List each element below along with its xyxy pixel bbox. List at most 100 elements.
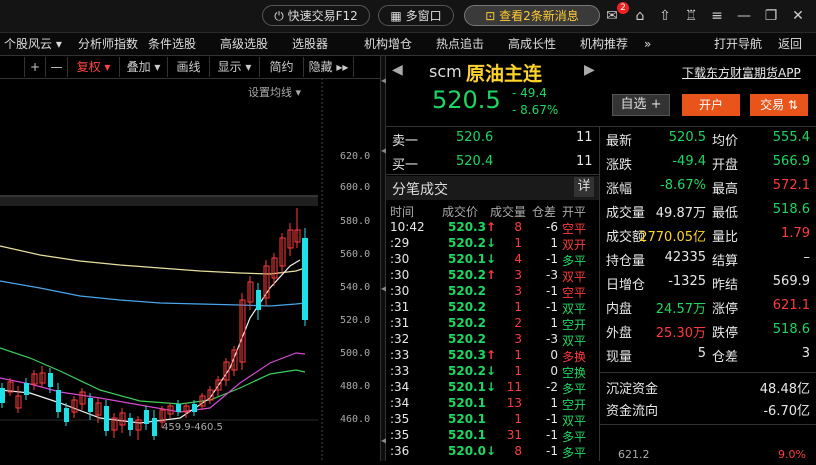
tick-row[interactable]: 10:42 520.3↑ 8 -6 空平 <box>386 220 599 236</box>
avg-line-setting[interactable]: 设置均线 ▾ <box>248 84 301 100</box>
prev-contract-icon[interactable]: ◀ <box>392 62 403 78</box>
tick-price-value: 520.1 <box>448 252 486 266</box>
quote-panel: ◀ scm 原油主连 ▶ 520.5 - 49.4 - 8.67% 下载东方财富… <box>386 56 816 461</box>
y-label: 460.0 <box>340 414 371 425</box>
trade-button[interactable]: 交易 ⇅ <box>750 94 808 116</box>
menu-institution-recommend[interactable]: 机构推荐 <box>580 33 628 55</box>
display-button[interactable]: 显示 ▾ <box>210 57 260 77</box>
menu-high-growth[interactable]: 高成长性 <box>508 33 556 55</box>
candle <box>24 383 29 395</box>
quick-trade-button[interactable]: ⏻ 快速交易F12 <box>262 5 370 26</box>
tick-open-close: 多换 <box>562 350 587 364</box>
separator <box>386 174 599 175</box>
stat-value: 555.4 <box>772 130 810 145</box>
stat-label: 昨结 <box>712 278 739 293</box>
stat-label: 涨幅 <box>606 182 633 197</box>
menu-more[interactable]: » <box>644 33 651 55</box>
stat-value: 3 <box>801 346 810 361</box>
adjust-button[interactable]: 复权 ▾ <box>68 57 120 77</box>
tick-row[interactable]: :36 520.0↓ 8 -1 多平 <box>386 444 599 460</box>
add-watchlist-button[interactable]: 自选 + <box>612 94 670 116</box>
close-icon[interactable]: ✕ <box>789 7 807 25</box>
tick-row[interactable]: :31 520.2 1 -1 双平 <box>386 300 599 316</box>
candle <box>192 404 197 412</box>
orderbook-price[interactable]: 520.4 <box>456 154 493 169</box>
home-icon[interactable]: ⌂ <box>631 7 649 25</box>
overlay-button[interactable]: 叠加 ▾ <box>120 57 168 77</box>
candle <box>144 410 149 424</box>
stat-value: 5 <box>697 346 706 361</box>
orderbook-price[interactable]: 520.6 <box>456 130 493 145</box>
menu-stock-news[interactable]: 个股风云 ▾ <box>4 33 62 55</box>
zoom-in-button[interactable]: + <box>24 57 46 77</box>
candle <box>56 390 61 412</box>
candle <box>48 373 53 387</box>
tick-volume: 3 <box>514 332 522 346</box>
candle-latest <box>302 238 308 320</box>
zoom-out-button[interactable]: — <box>46 57 68 77</box>
open-account-button[interactable]: 开户 <box>682 94 740 116</box>
menu-analyst-index[interactable]: 分析师指数 <box>78 33 138 55</box>
next-contract-icon[interactable]: ▶ <box>584 62 595 78</box>
menu-hotspot[interactable]: 热点追击 <box>436 33 484 55</box>
restore-icon[interactable]: ❐ <box>762 7 780 25</box>
tick-row[interactable]: :34 520.1↓ 11 -2 多平 <box>386 380 599 396</box>
menu-institution-add[interactable]: 机构增仓 <box>364 33 412 55</box>
simple-button[interactable]: 简约 <box>260 57 304 77</box>
ticks-detail-button[interactable]: 详 <box>574 177 594 197</box>
tick-row[interactable]: :30 520.2 3 -1 空平 <box>386 284 599 300</box>
fund-value: 48.48亿 <box>759 382 810 397</box>
tick-pos-change: 0 <box>550 364 558 378</box>
stat-value: 518.6 <box>772 322 810 337</box>
tick-open-close: 多平 <box>562 446 587 460</box>
stat-value: -1325 <box>668 274 706 289</box>
y-label: 600.0 <box>340 182 371 193</box>
tick-time: :31 <box>390 300 410 314</box>
tick-row[interactable]: :33 520.2↓ 1 0 空换 <box>386 364 599 380</box>
menu-back[interactable]: 返回 <box>778 33 802 55</box>
news-button[interactable]: ⊡ 查看2条新消息 <box>464 5 600 26</box>
multi-window-button[interactable]: ▦ 多窗口 <box>378 5 454 26</box>
stat-value: 1.79 <box>781 226 810 241</box>
candle <box>64 408 69 422</box>
tick-open-close: 多平 <box>562 382 587 396</box>
tick-open-close: 双平 <box>562 302 587 316</box>
arrow-down-icon: ↓ <box>485 380 497 394</box>
tick-pos-change: -1 <box>546 252 558 266</box>
tick-row[interactable]: :35 520.1 1 -1 双平 <box>386 412 599 428</box>
tick-row[interactable]: :32 520.2 3 -3 双平 <box>386 332 599 348</box>
tick-row[interactable]: :31 520.2 2 1 空开 <box>386 316 599 332</box>
tick-volume: 1 <box>514 412 522 426</box>
menu-condition-picker[interactable]: 条件选股 <box>148 33 196 55</box>
tick-pos-change: -1 <box>546 444 558 458</box>
tick-row[interactable]: :33 520.3↑ 1 0 多换 <box>386 348 599 364</box>
stat-label: 持仓量 <box>606 254 646 269</box>
tick-time: :29 <box>390 236 410 250</box>
draw-line-button[interactable]: 画线 <box>168 57 210 77</box>
app-download-link[interactable]: 下载东方财富期货APP <box>682 64 801 81</box>
menu-open-nav[interactable]: 打开导航 <box>714 33 762 55</box>
kline-chart[interactable]: 620.0 600.0 580.0 560.0 540.0 520.0 500.… <box>0 78 380 461</box>
hide-button[interactable]: 隐藏 ▸▸ <box>304 57 354 77</box>
tick-price: 520.3↑ <box>448 220 496 234</box>
menu-icon[interactable]: ≡ <box>708 7 726 25</box>
stat-value: 569.9 <box>772 274 810 289</box>
tick-volume: 13 <box>506 396 522 410</box>
menu-stock-selector[interactable]: 选股器 <box>292 33 328 55</box>
y-label: 560.0 <box>340 249 371 260</box>
minimize-icon[interactable]: — <box>735 7 753 25</box>
stat-label: 最新 <box>606 134 633 149</box>
tick-row[interactable]: :30 520.2↑ 3 -3 双平 <box>386 268 599 284</box>
ma-line-green <box>0 347 306 405</box>
menu-advanced-picker[interactable]: 高级选股 <box>220 33 268 55</box>
tick-volume: 8 <box>514 220 522 234</box>
stat-label: 日增仓 <box>606 278 646 293</box>
tick-row[interactable]: :30 520.1↓ 4 -1 多平 <box>386 252 599 268</box>
stat-label: 现量 <box>606 350 633 365</box>
tick-row[interactable]: :35 520.1 31 -1 多平 <box>386 428 599 444</box>
tick-row[interactable]: :34 520.1 13 1 空开 <box>386 396 599 412</box>
up-icon[interactable]: ⇧ <box>656 7 674 25</box>
skin-icon[interactable]: ♖ <box>682 7 700 25</box>
tick-row[interactable]: :29 520.2↓ 1 1 双开 <box>386 236 599 252</box>
tick-open-close: 双开 <box>562 238 587 252</box>
